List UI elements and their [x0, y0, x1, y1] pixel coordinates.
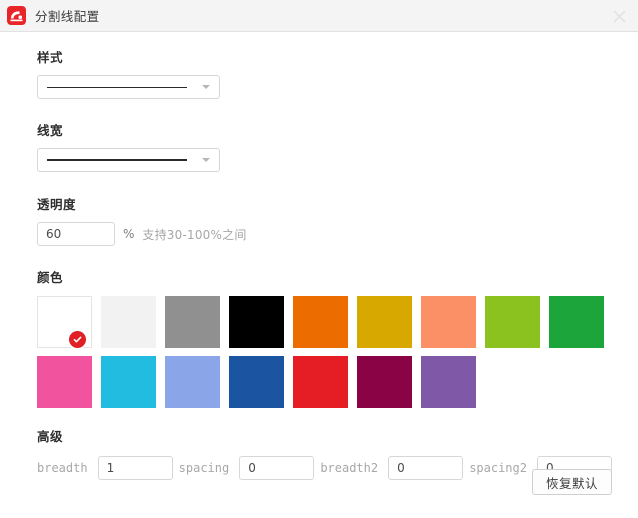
color-swatch-cell	[421, 356, 485, 408]
color-swatch-off-white[interactable]	[101, 296, 156, 348]
color-swatch-cell	[101, 296, 165, 348]
dialog-body: 样式 线宽 透明度 % 支持30-100%之间 颜色 高级 breadth spa…	[0, 33, 638, 518]
color-swatch-cell	[485, 296, 549, 348]
linewidth-select[interactable]	[37, 148, 220, 172]
color-swatch-cell	[165, 296, 229, 348]
color-swatch-yellow-green[interactable]	[485, 296, 540, 348]
style-label: 样式	[37, 50, 64, 65]
advanced-label-breadth2: breadth2	[320, 461, 379, 475]
color-swatch-cell	[37, 296, 101, 348]
color-swatch-cell	[421, 296, 485, 348]
color-swatch-cell	[293, 356, 357, 408]
dialog-footer: 恢复默认	[531, 469, 612, 495]
color-swatch-orange[interactable]	[293, 296, 348, 348]
linewidth-label: 线宽	[37, 123, 64, 138]
color-swatch-dark-magenta[interactable]	[357, 356, 412, 408]
advanced-fields-row: breadth spacing breadth2 spacing2	[37, 456, 612, 480]
color-swatch-cell	[37, 356, 101, 408]
color-swatch-salmon[interactable]	[421, 296, 476, 348]
opacity-field-group: 透明度 % 支持30-100%之间	[37, 194, 612, 246]
opacity-hint: 支持30-100%之间	[142, 227, 247, 242]
color-swatch-green[interactable]	[549, 296, 604, 348]
advanced-field-group: 高级 breadth spacing breadth2 spacing2	[37, 426, 612, 480]
restore-defaults-button[interactable]: 恢复默认	[531, 469, 612, 495]
color-swatch-dark-blue[interactable]	[229, 356, 284, 408]
color-swatch-black[interactable]	[229, 296, 284, 348]
advanced-input-breadth2[interactable]	[388, 456, 464, 480]
advanced-input-spacing[interactable]	[239, 456, 315, 480]
opacity-input[interactable]	[37, 222, 115, 246]
advanced-input-breadth[interactable]	[97, 456, 173, 480]
opacity-row: % 支持30-100%之间	[37, 222, 612, 246]
advanced-label: 高级	[37, 429, 64, 444]
color-swatch-light-blue[interactable]	[165, 356, 220, 408]
chevron-down-icon	[202, 85, 210, 89]
advanced-label-spacing: spacing	[178, 461, 230, 475]
color-swatch-cell	[293, 296, 357, 348]
color-swatch-gray[interactable]	[165, 296, 220, 348]
opacity-label: 透明度	[37, 197, 77, 212]
opacity-unit: %	[123, 227, 135, 241]
style-field-group: 样式	[37, 47, 612, 99]
color-field-group: 颜色	[37, 267, 612, 408]
color-swatch-purple[interactable]	[421, 356, 476, 408]
color-swatch-gold[interactable]	[357, 296, 412, 348]
advanced-label-spacing2: spacing2	[469, 461, 527, 475]
window-titlebar: 分割线配置	[0, 0, 638, 32]
color-swatch-cell	[101, 356, 165, 408]
color-swatch-cell	[229, 356, 293, 408]
color-swatch-cell	[229, 296, 293, 348]
color-label: 颜色	[37, 270, 64, 285]
check-circle-icon	[69, 331, 86, 348]
color-swatch-cell	[165, 356, 229, 408]
advanced-label-breadth: breadth	[37, 461, 88, 475]
color-swatch-cell	[357, 296, 421, 348]
linewidth-line-preview	[47, 159, 187, 161]
divider-app-icon	[7, 6, 26, 25]
close-icon[interactable]	[606, 4, 632, 28]
linewidth-field-group: 线宽	[37, 120, 612, 172]
style-select[interactable]	[37, 75, 220, 99]
color-swatch-pink[interactable]	[37, 356, 92, 408]
color-swatch-cyan[interactable]	[101, 356, 156, 408]
color-swatch-cell	[549, 296, 613, 348]
window-title: 分割线配置	[35, 9, 100, 24]
color-swatch-cell	[357, 356, 421, 408]
color-swatch-grid	[37, 296, 612, 408]
style-line-preview	[47, 86, 187, 88]
chevron-down-icon	[202, 158, 210, 162]
color-swatch-red[interactable]	[293, 356, 348, 408]
